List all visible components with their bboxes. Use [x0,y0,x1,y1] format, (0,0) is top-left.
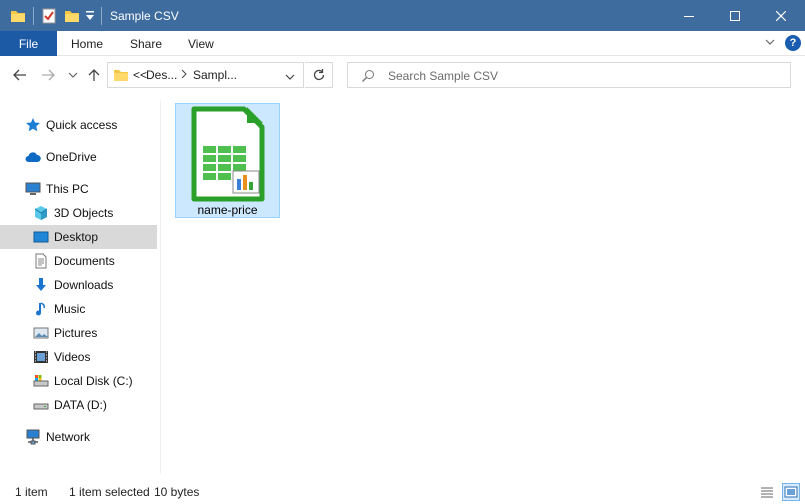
sidebar-item-label: 3D Objects [54,206,114,220]
sidebar-item-label: Videos [54,350,91,364]
star-icon [25,117,41,133]
breadcrumb-desktop[interactable]: Des... [146,68,177,82]
sidebar-item-downloads[interactable]: Downloads [0,273,157,297]
sidebar-item-videos[interactable]: Videos [0,345,157,369]
document-icon [33,253,49,269]
customize-toolbar-icon[interactable] [85,10,101,26]
sidebar-item-data-drive[interactable]: DATA (D:) [0,393,157,417]
address-bar[interactable]: << Des... Sampl... [107,62,304,88]
sidebar-item-3d-objects[interactable]: 3D Objects [0,201,157,225]
network-icon [25,429,41,445]
refresh-icon [313,69,324,81]
selection-count: 1 item selected [69,485,150,499]
cloud-icon [25,149,41,165]
sidebar-item-label: Documents [54,254,115,268]
sidebar-item-label: Downloads [54,278,114,292]
properties-icon[interactable] [41,8,57,24]
search-placeholder: Search Sample CSV [388,69,499,83]
cube-icon [33,205,49,221]
sidebar-item-pictures[interactable]: Pictures [0,321,157,345]
forward-arrow-icon [42,69,55,81]
title-bar: Sample CSV [0,0,805,31]
maximize-button[interactable] [712,0,758,31]
tab-view[interactable]: View [188,31,214,56]
up-button[interactable] [85,66,103,84]
desktop-icon [33,229,49,245]
sidebar-item-label: DATA (D:) [54,398,107,412]
close-icon [776,10,786,21]
title-separator [101,7,102,25]
file-name: name-price [197,203,258,217]
pane-divider[interactable] [160,100,161,474]
computer-icon [25,181,41,197]
drive-icon [33,373,49,389]
sidebar-item-documents[interactable]: Documents [0,249,157,273]
sidebar-item-label: Network [46,430,91,444]
minimize-button[interactable] [666,0,712,31]
chevron-down-icon [68,72,78,78]
sidebar-item-quick-access[interactable]: Quick access [0,113,157,137]
drive-icon [33,397,49,413]
sidebar-item-label: Quick access [46,118,118,132]
sidebar-item-onedrive[interactable]: OneDrive [0,145,157,169]
sidebar-item-network[interactable]: Network [0,425,157,449]
item-count: 1 item [15,485,48,499]
large-icons-view-icon [784,486,798,498]
spreadsheet-icon [191,106,265,202]
sidebar-item-this-pc[interactable]: This PC [0,177,157,201]
window-title: Sample CSV [110,9,179,23]
sidebar-item-label: Music [54,302,86,316]
breadcrumb-sample[interactable]: Sampl... [193,68,237,82]
folder-icon [113,67,129,86]
address-history-icon[interactable] [285,71,295,85]
recent-locations-button[interactable] [64,66,82,84]
up-arrow-icon [88,69,100,81]
tab-home[interactable]: Home [71,31,103,56]
quick-access-separator [33,7,34,25]
forward-button[interactable] [39,66,57,84]
sidebar-item-desktop[interactable]: Desktop [0,225,157,249]
sidebar-item-label: Local Disk (C:) [54,374,133,388]
details-view-button[interactable] [758,483,776,501]
details-view-icon [761,487,773,498]
sidebar-item-label: Pictures [54,326,98,340]
back-button[interactable] [11,66,29,84]
navigation-pane: Quick access OneDrive This PC 3D Objects… [0,104,158,478]
sidebar-item-label: This PC [46,182,89,196]
large-icons-view-button[interactable] [782,483,800,501]
tab-share[interactable]: Share [130,31,162,56]
picture-icon [33,325,49,341]
close-button[interactable] [758,0,804,31]
maximize-icon [730,10,740,21]
sidebar-item-local-disk[interactable]: Local Disk (C:) [0,369,157,393]
new-folder-icon[interactable] [64,8,80,24]
video-icon [33,349,49,365]
minimize-icon [684,15,694,17]
refresh-button[interactable] [305,62,333,88]
tab-file[interactable]: File [0,31,57,56]
status-bar: 1 item 1 item selected 10 bytes [0,480,805,504]
search-box[interactable]: Search Sample CSV [347,62,791,88]
music-icon [33,301,49,317]
expand-ribbon-icon[interactable] [764,36,776,51]
sidebar-item-label: OneDrive [46,150,97,164]
selection-size: 10 bytes [154,485,200,499]
help-icon[interactable]: ? [785,35,801,51]
back-arrow-icon [13,69,26,81]
sidebar-item-music[interactable]: Music [0,297,157,321]
search-icon [361,69,375,86]
file-item[interactable]: name-price [175,103,280,218]
download-icon [33,277,49,293]
address-overflow[interactable]: << [133,68,147,82]
folder-icon[interactable] [10,8,26,24]
ribbon-tabs: File Home Share View ? [0,31,805,56]
sidebar-item-label: Desktop [54,230,99,244]
breadcrumb-separator-icon[interactable] [180,67,188,84]
